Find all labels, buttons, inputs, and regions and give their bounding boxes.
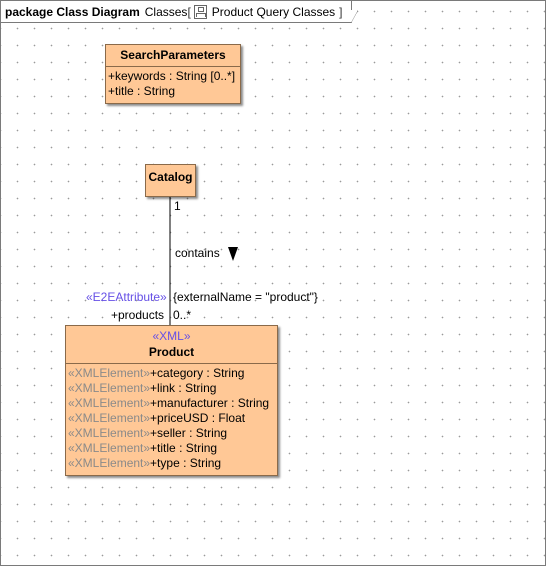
class-search-parameters[interactable]: SearchParameters +keywords : String [0..… xyxy=(105,44,241,104)
attribute-stereotype: «XMLElement» xyxy=(68,366,151,380)
attribute-stereotype: «XMLElement» xyxy=(68,441,151,455)
class-stereotype: «XML» xyxy=(152,329,191,343)
class-name: Product xyxy=(148,345,195,359)
attribute-text: +manufacturer : String xyxy=(150,396,270,410)
target-multiplicity[interactable]: 0..* xyxy=(173,308,191,322)
attribute-stereotype: «XMLElement» xyxy=(68,381,151,395)
attribute-compartment: «XMLElement»+category : String «XMLEleme… xyxy=(66,363,277,475)
attribute-text: +seller : String xyxy=(150,426,228,440)
class-name: SearchParameters xyxy=(120,48,226,62)
attribute-category[interactable]: «XMLElement»+category : String xyxy=(68,366,276,381)
attribute-text: +category : String xyxy=(150,366,245,380)
attribute-keywords[interactable]: +keywords : String [0..*] xyxy=(108,69,239,84)
attribute-stereotype: «XMLElement» xyxy=(68,411,151,425)
class-catalog[interactable]: Catalog xyxy=(145,164,196,197)
attribute-stereotype: «XMLElement» xyxy=(68,456,151,470)
attribute-text: +priceUSD : Float xyxy=(150,411,246,425)
attribute-manufacturer[interactable]: «XMLElement»+manufacturer : String xyxy=(68,396,276,411)
attribute-text: +type : String xyxy=(150,456,222,470)
association-connector xyxy=(169,196,238,325)
attribute-title[interactable]: +title : String xyxy=(108,84,239,99)
source-multiplicity[interactable]: 1 xyxy=(174,199,181,213)
target-stereotype[interactable]: «E2EAttribute» xyxy=(86,290,167,304)
tagged-value[interactable]: {externalName = "product"} xyxy=(173,290,318,304)
class-product[interactable]: «XML» Product «XMLElement»+category : St… xyxy=(65,325,278,476)
attribute-stereotype: «XMLElement» xyxy=(68,426,151,440)
attribute-compartment: +keywords : String [0..*] +title : Strin… xyxy=(106,66,240,103)
attribute-stereotype: «XMLElement» xyxy=(68,396,151,410)
attribute-title[interactable]: «XMLElement»+title : String xyxy=(68,441,276,456)
association-name[interactable]: contains xyxy=(175,246,220,260)
attribute-link[interactable]: «XMLElement»+link : String xyxy=(68,381,276,396)
attribute-text: +title : String xyxy=(150,441,218,455)
target-role[interactable]: +products xyxy=(111,308,164,322)
direction-triangle-icon xyxy=(228,247,238,261)
attribute-price-usd[interactable]: «XMLElement»+priceUSD : Float xyxy=(68,411,276,426)
attribute-type[interactable]: «XMLElement»+type : String xyxy=(68,456,276,471)
attribute-seller[interactable]: «XMLElement»+seller : String xyxy=(68,426,276,441)
class-name: Catalog xyxy=(148,170,193,184)
attribute-text: +link : String xyxy=(150,381,217,395)
